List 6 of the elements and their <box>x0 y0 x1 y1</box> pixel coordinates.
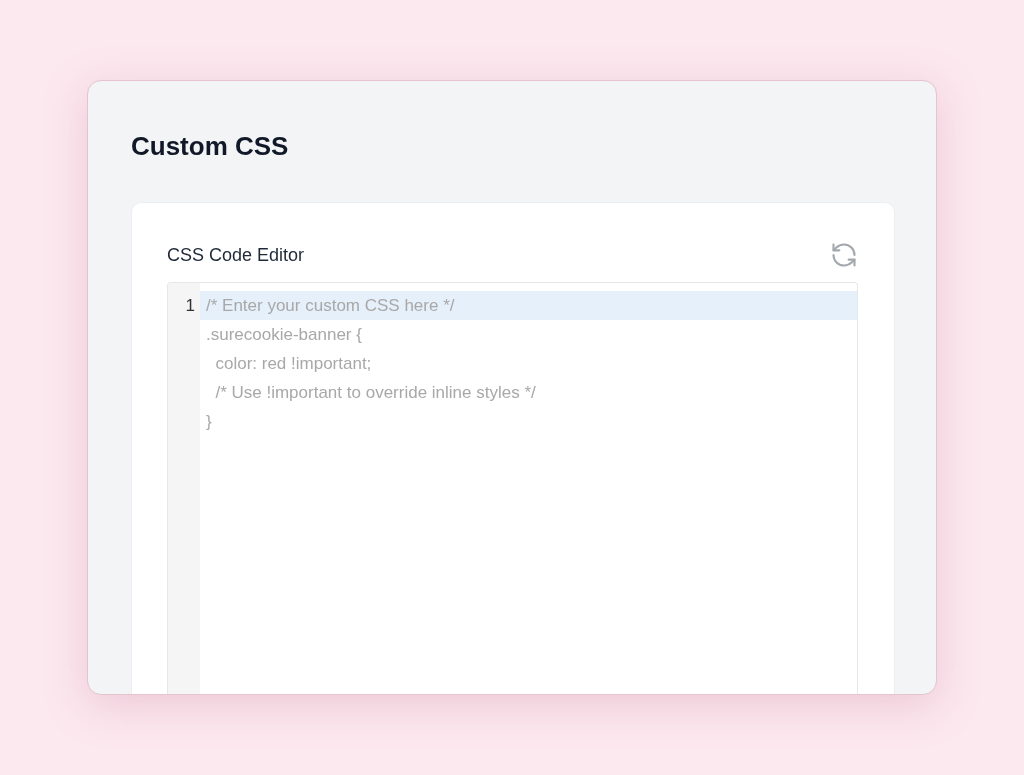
panel-title: Custom CSS <box>131 130 289 163</box>
line-number: 1 <box>185 295 196 317</box>
card-label: CSS Code Editor <box>167 244 305 267</box>
placeholder-text: /* Enter your custom CSS here */ .surecookie-banner { color: red !important; /* Use !important to override inline styles */ } <box>206 295 537 433</box>
refresh-icon[interactable] <box>830 241 858 269</box>
code-editor-field[interactable]: 1 /* Enter your custom CSS here */ .surecookie-banner { color: red !important; /* Use !important to override inline styles */ } <box>167 282 858 694</box>
